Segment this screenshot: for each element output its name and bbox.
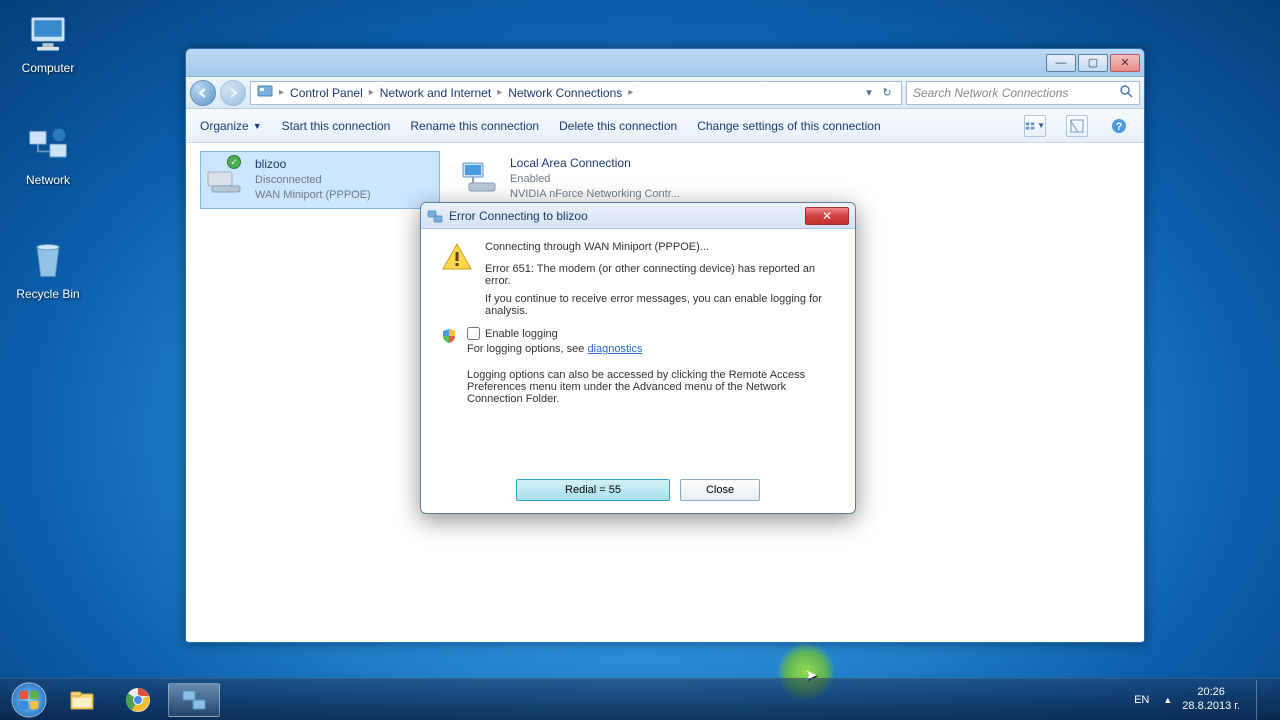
minimize-button[interactable]: — bbox=[1046, 54, 1076, 72]
organize-menu[interactable]: Organize▼ bbox=[200, 119, 262, 133]
nav-bar: ▸ Control Panel ▸ Network and Internet ▸… bbox=[186, 77, 1144, 109]
taskbar: EN ▲ 20:26 28.8.2013 г. bbox=[0, 678, 1280, 720]
clock[interactable]: 20:26 28.8.2013 г. bbox=[1182, 686, 1240, 712]
shield-icon bbox=[441, 328, 457, 344]
address-bar[interactable]: ▸ Control Panel ▸ Network and Internet ▸… bbox=[250, 81, 902, 105]
dialog-connecting-text: Connecting through WAN Miniport (PPPOE).… bbox=[485, 241, 835, 253]
warning-icon bbox=[441, 241, 473, 273]
logging-prefix-text: For logging options, see bbox=[467, 343, 587, 355]
refresh-icon[interactable]: ↻ bbox=[879, 85, 895, 101]
desktop-icon-label: Computer bbox=[22, 61, 75, 75]
address-dropdown-icon[interactable]: ▾ bbox=[861, 85, 877, 101]
recycle-bin-icon bbox=[24, 236, 72, 284]
breadcrumb-sep-icon: ▸ bbox=[369, 87, 374, 98]
command-bar: Organize▼ Start this connection Rename t… bbox=[186, 109, 1144, 143]
dialog-close-button[interactable]: ✕ bbox=[805, 207, 849, 225]
chevron-down-icon: ▼ bbox=[1037, 121, 1045, 130]
close-button[interactable]: Close bbox=[680, 479, 760, 501]
rename-connection-button[interactable]: Rename this connection bbox=[410, 119, 539, 133]
show-hidden-icons[interactable]: ▲ bbox=[1163, 695, 1172, 705]
desktop-icon-label: Recycle Bin bbox=[16, 287, 79, 301]
start-connection-button[interactable]: Start this connection bbox=[282, 119, 391, 133]
enable-logging-checkbox[interactable]: Enable logging bbox=[467, 327, 835, 340]
logging-note-text: Logging options can also be accessed by … bbox=[467, 369, 835, 405]
view-options-button[interactable]: ▼ bbox=[1024, 115, 1046, 137]
desktop-icon-computer[interactable]: Computer bbox=[8, 10, 88, 75]
search-input[interactable] bbox=[913, 86, 1119, 100]
search-box[interactable] bbox=[906, 81, 1140, 105]
taskbar-explorer[interactable] bbox=[56, 683, 108, 717]
arrow-left-icon bbox=[197, 87, 209, 99]
desktop-icon-recycle-bin[interactable]: Recycle Bin bbox=[8, 236, 88, 301]
connection-status: Enabled bbox=[510, 172, 680, 187]
dialog-hint-text: If you continue to receive error message… bbox=[485, 293, 835, 317]
breadcrumb-control-panel[interactable]: Control Panel bbox=[290, 86, 363, 100]
maximize-button[interactable]: ▢ bbox=[1078, 54, 1108, 72]
breadcrumb-network-connections[interactable]: Network Connections bbox=[508, 86, 622, 100]
start-button[interactable] bbox=[6, 681, 52, 719]
chevron-down-icon: ▼ bbox=[253, 121, 262, 131]
search-icon[interactable] bbox=[1119, 84, 1133, 101]
breadcrumb-sep-icon: ▸ bbox=[628, 87, 633, 98]
preview-pane-button[interactable] bbox=[1066, 115, 1088, 137]
connection-device: WAN Miniport (PPPOE) bbox=[255, 188, 371, 203]
network-icon bbox=[427, 208, 443, 224]
forward-button[interactable] bbox=[220, 80, 246, 106]
arrow-right-icon bbox=[227, 87, 239, 99]
help-button[interactable]: ? bbox=[1108, 115, 1130, 137]
connection-device: NVIDIA nForce Networking Contr... bbox=[510, 187, 680, 202]
language-indicator[interactable]: EN bbox=[1130, 692, 1153, 708]
error-dialog: Error Connecting to blizoo ✕ Connecting … bbox=[420, 202, 856, 514]
show-desktop-button[interactable] bbox=[1256, 680, 1266, 720]
dialog-body: Connecting through WAN Miniport (PPPOE).… bbox=[421, 229, 855, 415]
network-adapter-icon bbox=[460, 155, 502, 195]
taskbar-chrome[interactable] bbox=[112, 683, 164, 717]
desktop-icon-label: Network bbox=[26, 173, 70, 187]
computer-icon bbox=[24, 10, 72, 58]
connection-status: Disconnected bbox=[255, 173, 371, 188]
diagnostics-link[interactable]: diagnostics bbox=[587, 343, 642, 355]
connection-name: blizoo bbox=[255, 156, 371, 173]
back-button[interactable] bbox=[190, 80, 216, 106]
breadcrumb-sep-icon: ▸ bbox=[279, 87, 284, 98]
network-icon bbox=[24, 122, 72, 170]
clock-time: 20:26 bbox=[1182, 686, 1240, 699]
redial-button[interactable]: Redial = 55 bbox=[516, 479, 670, 501]
status-badge-icon: ✓ bbox=[227, 155, 241, 169]
desktop-icon-network[interactable]: Network bbox=[8, 122, 88, 187]
connection-item-lan[interactable]: Local Area Connection Enabled NVIDIA nFo… bbox=[456, 151, 696, 207]
window-titlebar[interactable]: — ▢ ✕ bbox=[186, 49, 1144, 77]
system-tray: EN ▲ 20:26 28.8.2013 г. bbox=[1130, 680, 1274, 720]
connection-name: Local Area Connection bbox=[510, 155, 680, 172]
enable-logging-input[interactable] bbox=[467, 327, 480, 340]
dialog-error-text: Error 651: The modem (or other connectin… bbox=[485, 263, 835, 287]
breadcrumb-network-internet[interactable]: Network and Internet bbox=[380, 86, 491, 100]
close-button[interactable]: ✕ bbox=[1110, 54, 1140, 72]
modem-icon: ✓ bbox=[205, 156, 247, 196]
clock-date: 28.8.2013 г. bbox=[1182, 700, 1240, 713]
delete-connection-button[interactable]: Delete this connection bbox=[559, 119, 677, 133]
change-settings-button[interactable]: Change settings of this connection bbox=[697, 119, 880, 133]
dialog-title: Error Connecting to blizoo bbox=[449, 209, 588, 223]
breadcrumb-sep-icon: ▸ bbox=[497, 87, 502, 98]
control-panel-icon bbox=[257, 83, 273, 102]
taskbar-network-connections[interactable] bbox=[168, 683, 220, 717]
dialog-titlebar[interactable]: Error Connecting to blizoo ✕ bbox=[421, 203, 855, 229]
connection-item-blizoo[interactable]: ✓ blizoo Disconnected WAN Miniport (PPPO… bbox=[200, 151, 440, 209]
svg-text:?: ? bbox=[1116, 121, 1123, 133]
windows-logo-icon bbox=[10, 681, 48, 719]
